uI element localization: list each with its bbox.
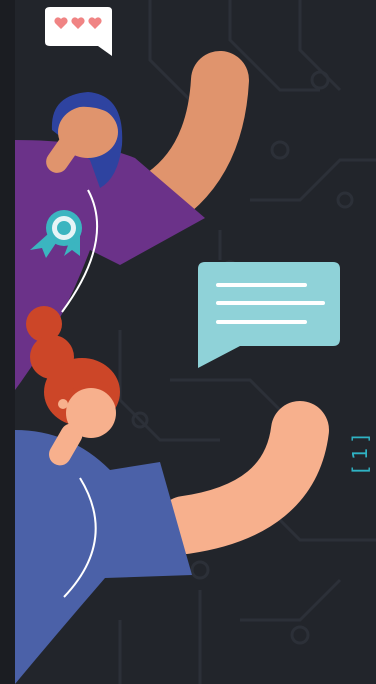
page-indicator-text: [1] — [348, 427, 372, 477]
page-indicator: [1] — [336, 420, 376, 484]
person-blue-shirt — [15, 306, 329, 684]
illustration-artwork — [15, 0, 376, 684]
chat-bubble-icon — [198, 262, 340, 368]
speech-bubble-hearts-icon — [45, 7, 112, 56]
illustration-stage: [1] — [0, 0, 376, 684]
